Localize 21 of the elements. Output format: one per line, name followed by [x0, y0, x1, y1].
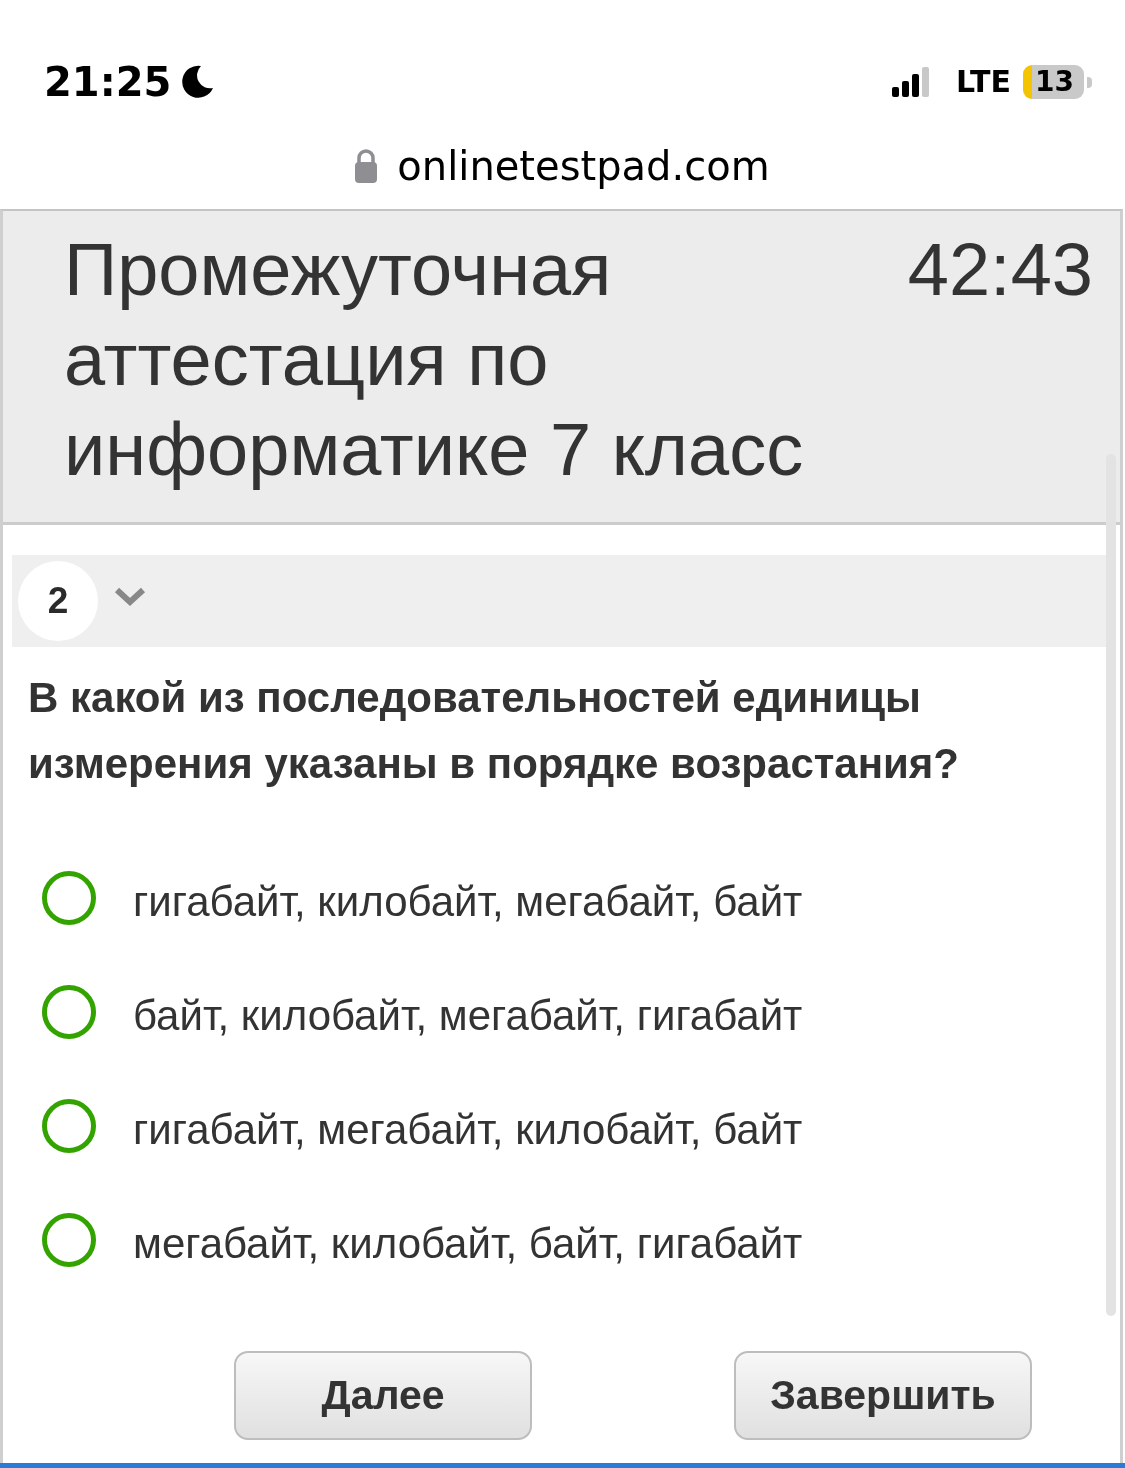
- countdown-timer: 42:43: [907, 227, 1093, 313]
- status-time: 21:25: [44, 61, 172, 102]
- radio-button[interactable]: [42, 1213, 96, 1267]
- radio-button[interactable]: [42, 985, 96, 1039]
- option-label[interactable]: мегабайт, килобайт, байт, гигабайт: [133, 1220, 803, 1268]
- network-label: LTE: [955, 66, 1012, 97]
- question-number: 2: [18, 561, 98, 641]
- radio-button[interactable]: [42, 1099, 96, 1153]
- radio-button[interactable]: [42, 871, 96, 925]
- option-label[interactable]: байт, килобайт, мегабайт, гигабайт: [133, 992, 803, 1040]
- option-label[interactable]: гигабайт, килобайт, мегабайт, байт: [133, 878, 803, 926]
- moon-icon: [179, 63, 216, 100]
- lock-icon: [355, 149, 378, 183]
- chevron-down-icon[interactable]: [114, 587, 146, 607]
- signal-icon: [891, 66, 930, 97]
- test-title: Промежуточная аттестация по информатике 7 класс: [64, 227, 805, 493]
- finish-button[interactable]: Завершить: [734, 1351, 1032, 1440]
- question-text: В какой из последовательностей единицы измерения указаны в порядке возрастания?: [27, 673, 960, 789]
- next-button[interactable]: Далее: [234, 1351, 532, 1440]
- battery-indicator: 13: [1023, 64, 1092, 99]
- option-label[interactable]: гигабайт, мегабайт, килобайт, байт: [133, 1106, 803, 1154]
